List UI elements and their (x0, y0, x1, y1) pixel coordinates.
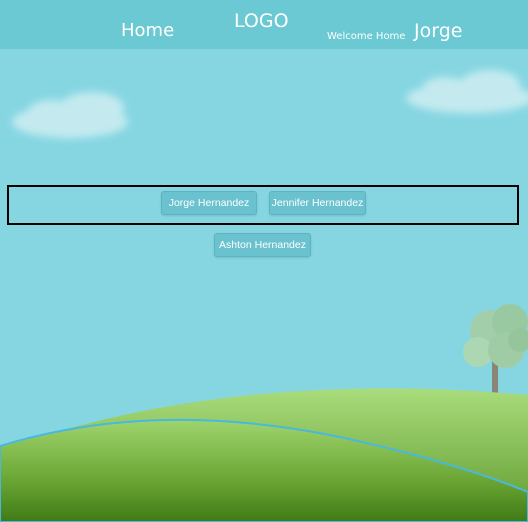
nav-home-link[interactable]: Home (121, 20, 174, 41)
person-button-ashton[interactable]: Ashton Hernandez (214, 233, 311, 257)
person-button-jennifer[interactable]: Jennifer Hernandez (269, 191, 366, 215)
person-button-jorge[interactable]: Jorge Hernandez (161, 191, 257, 215)
cloud-right (406, 70, 528, 113)
site-logo[interactable]: LOGO (234, 10, 289, 32)
background-scene (0, 70, 528, 522)
welcome-text: Welcome Home (327, 31, 406, 42)
nav-user-link[interactable]: Jorge (414, 20, 462, 42)
top-nav-bar: Home LOGO Welcome Home Jorge (0, 0, 528, 49)
tree (463, 304, 528, 395)
cloud-left (12, 92, 128, 138)
selected-people-row (7, 185, 519, 225)
